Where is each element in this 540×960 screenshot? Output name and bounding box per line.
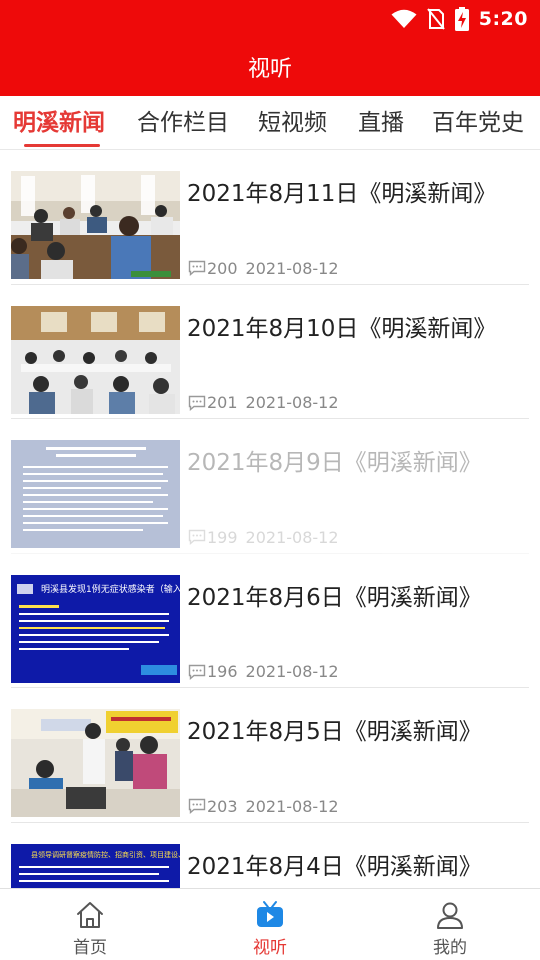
battery-charging-icon [454,7,469,31]
nav-audiovisual-label: 视听 [253,938,287,958]
nav-home[interactable]: 首页 [30,889,150,960]
tv-icon [257,901,283,927]
news-thumbnail [11,440,180,548]
publish-date: 2021-08-12 [245,527,339,547]
home-icon [77,902,103,928]
status-bar: 5:20 [0,0,540,38]
news-meta: 203 2021-08-12 [188,796,339,816]
nav-home-label: 首页 [73,938,107,958]
wifi-icon [391,9,417,28]
notice-slide-title: 县领导调研督察疫情防控、招商引资、项目建设、安全生产等工作 [31,850,180,859]
news-item[interactable]: 2021年8月5日《明溪新闻》 203 2021-08-12 [0,688,540,823]
publish-date: 2021-08-12 [245,393,339,412]
bottom-nav: 首页 视听 我的 [0,888,540,960]
news-title: 2021年8月5日《明溪新闻》 [187,719,482,745]
news-list: 2021年8月11日《明溪新闻》 200 2021-08-12 2021年8月1… [0,150,540,888]
comment-count: 201 [207,393,238,412]
tab-party-history[interactable]: 百年党史 [432,96,524,150]
publish-date: 2021-08-12 [245,796,339,816]
news-thumbnail [11,171,180,279]
news-thumbnail: 县领导调研督察疫情防控、招商引资、项目建设、安全生产等工作 [11,843,180,888]
comment-count: 203 [207,796,238,816]
comment-count: 196 [207,662,238,681]
news-title: 2021年8月11日《明溪新闻》 [187,181,497,207]
news-item[interactable]: 2021年8月9日《明溪新闻》 199 2021-08-12 [0,419,540,554]
user-icon [437,902,463,929]
comment-icon [188,798,206,814]
news-meta: 201 2021-08-12 [188,393,339,413]
tab-short-video[interactable]: 短视频 [258,96,327,150]
news-item[interactable]: 县领导调研督察疫情防控、招商引资、项目建设、安全生产等工作 2021年8月4日《… [0,823,540,888]
tab-live[interactable]: 直播 [358,96,404,150]
news-title: 2021年8月10日《明溪新闻》 [187,315,497,342]
status-icons: 5:20 [391,6,528,32]
app-header: 视听 [0,38,540,96]
comment-icon [188,529,206,545]
page-title: 视听 [247,57,292,82]
news-meta: 200 2021-08-12 [188,258,339,278]
news-item[interactable]: 2021年8月10日《明溪新闻》 201 2021-08-12 [0,285,540,419]
nav-audiovisual[interactable]: 视听 [210,889,330,960]
news-thumbnail [11,305,180,414]
news-title: 2021年8月4日《明溪新闻》 [187,853,482,880]
active-tab-indicator [24,144,100,147]
news-item[interactable]: 明溪县发现1例无症状感染者（输入性） 2021年8月6日《明溪新闻》 196 2… [0,554,540,688]
tab-mingxi-news[interactable]: 明溪新闻 [13,96,105,150]
tab-cooperation-column[interactable]: 合作栏目 [137,96,229,150]
news-title: 2021年8月9日《明溪新闻》 [187,450,482,476]
comment-icon [188,260,206,276]
news-meta: 196 2021-08-12 [188,662,339,682]
no-sim-icon [426,8,445,30]
status-time: 5:20 [478,8,528,30]
news-thumbnail [11,709,180,817]
nav-mine-label: 我的 [433,938,467,958]
nav-mine[interactable]: 我的 [390,889,510,960]
comment-icon [188,395,206,411]
publish-date: 2021-08-12 [245,258,339,278]
comment-icon [188,664,206,680]
publish-date: 2021-08-12 [245,662,339,681]
category-tab-bar: 明溪新闻 合作栏目 短视频 直播 百年党史 [0,96,540,150]
comment-count: 199 [207,527,238,547]
news-title: 2021年8月6日《明溪新闻》 [187,584,482,611]
news-thumbnail: 明溪县发现1例无症状感染者（输入性） [11,574,180,683]
news-item[interactable]: 2021年8月11日《明溪新闻》 200 2021-08-12 [0,150,540,285]
news-meta: 199 2021-08-12 [188,527,339,547]
notice-slide-title: 明溪县发现1例无症状感染者（输入性） [41,583,180,595]
comment-count: 200 [207,258,238,278]
